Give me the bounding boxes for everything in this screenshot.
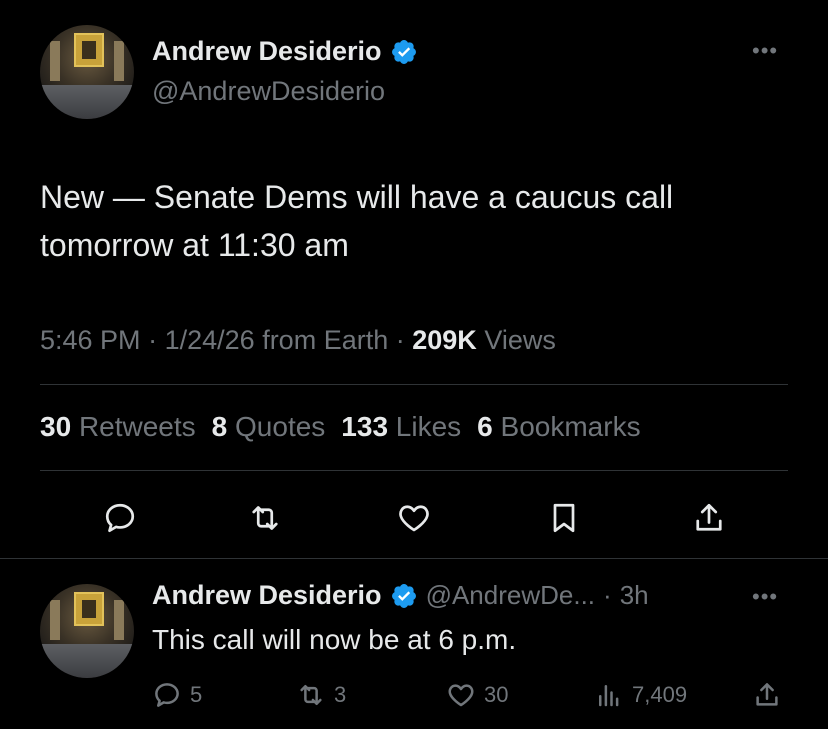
avatar-detail: [114, 41, 124, 81]
avatar-detail: [40, 85, 134, 119]
like-icon: [399, 505, 429, 532]
reply-icon: [155, 683, 179, 707]
divider: [40, 384, 788, 385]
verified-badge-icon: [390, 582, 418, 610]
tweet-text: New — Senate Dems will have a caucus cal…: [40, 173, 800, 269]
reply-author-avatar[interactable]: [40, 584, 134, 678]
bookmarks-label: Bookmarks: [500, 411, 641, 442]
tweet-source: from Earth: [262, 325, 389, 355]
share-icon: [696, 503, 722, 531]
avatar-detail: [40, 644, 134, 678]
retweets-count: 30: [40, 411, 72, 442]
tweet-date[interactable]: 1/24/26: [165, 325, 255, 355]
meta-separator: ·: [148, 325, 165, 355]
retweet-button[interactable]: [247, 500, 283, 536]
engagement-stats: 30 Retweets 8 Quotes 133 Likes 6 Bookmarks: [40, 411, 657, 443]
likes-label: Likes: [395, 411, 462, 442]
author-name-row: Andrew Desiderio: [152, 36, 418, 67]
meta-separator: ·: [603, 580, 612, 610]
quotes-stat[interactable]: 8 Quotes: [212, 411, 326, 442]
divider: [40, 470, 788, 471]
like-icon: [448, 684, 474, 707]
quotes-count: 8: [211, 411, 228, 442]
avatar-detail: [74, 33, 104, 67]
reply-count: 5: [190, 682, 203, 707]
reply-header: Andrew Desiderio @AndrewDe... · 3h: [152, 580, 649, 611]
tweet-time[interactable]: 5:46 PM: [40, 325, 141, 355]
retweet-icon: [252, 506, 278, 530]
avatar-detail: [50, 600, 60, 640]
bookmarks-count: 6: [477, 411, 493, 442]
retweets-stat[interactable]: 30 Retweets: [40, 411, 196, 442]
like-count: 30: [484, 682, 509, 707]
reply-button[interactable]: [102, 500, 138, 536]
verified-badge-icon: [390, 38, 418, 66]
reply-reply-button[interactable]: 5: [152, 680, 202, 710]
reply-like-button[interactable]: 30: [446, 680, 508, 710]
views-count: 7,409: [632, 682, 688, 707]
tweet-meta: 5:46 PM · 1/24/26 from Earth · 209K View…: [40, 325, 556, 356]
share-button[interactable]: [691, 500, 727, 536]
author-avatar[interactable]: [40, 25, 134, 119]
reply-share-button[interactable]: [752, 680, 782, 710]
bookmark-icon: [553, 503, 575, 533]
views-chart-icon: [599, 685, 619, 707]
reply-text: This call will now be at 6 p.m.: [152, 624, 517, 655]
author-handle[interactable]: @AndrewDesiderio: [152, 76, 385, 107]
likes-count: 133: [341, 411, 389, 442]
retweet-count: 3: [334, 682, 347, 707]
quotes-label: Quotes: [235, 411, 326, 442]
avatar-detail: [114, 600, 124, 640]
tweet-text-line: tomorrow at 11:30 am: [40, 227, 349, 263]
reply-views-button[interactable]: 7,409: [594, 680, 687, 710]
retweet-icon: [300, 685, 322, 705]
reply-author-name[interactable]: Andrew Desiderio: [152, 580, 382, 611]
views-count: 209K: [412, 325, 477, 355]
share-icon: [756, 683, 778, 706]
meta-separator: ·: [395, 325, 413, 355]
views-label: Views: [484, 325, 556, 355]
avatar-detail: [50, 41, 60, 81]
bookmark-button[interactable]: [546, 500, 582, 536]
like-button[interactable]: [396, 500, 432, 536]
divider: [0, 558, 828, 559]
reply-retweet-button[interactable]: 3: [296, 680, 346, 710]
more-options-button[interactable]: •••: [752, 38, 778, 64]
reply-author-handle[interactable]: @AndrewDe...: [426, 580, 595, 611]
likes-stat[interactable]: 133 Likes: [341, 411, 461, 442]
retweets-label: Retweets: [78, 411, 196, 442]
tweet-text-line: New — Senate Dems will have a caucus cal…: [40, 179, 674, 215]
reply-more-options-button[interactable]: •••: [752, 584, 778, 610]
bookmarks-stat[interactable]: 6 Bookmarks: [477, 411, 640, 442]
author-name[interactable]: Andrew Desiderio: [152, 36, 382, 67]
reply-time[interactable]: 3h: [620, 580, 649, 611]
reply-icon: [105, 503, 135, 533]
avatar-detail: [74, 592, 104, 626]
